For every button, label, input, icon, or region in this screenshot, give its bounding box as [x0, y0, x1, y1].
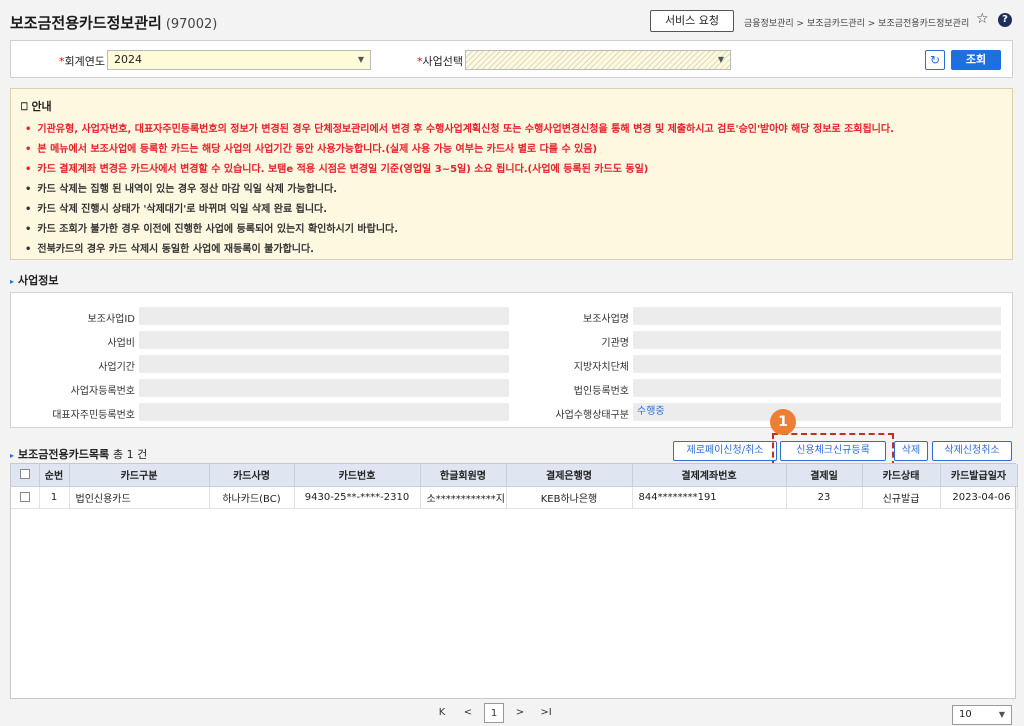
fiscal-year-select[interactable]: 2024 ▼ [107, 50, 371, 70]
favorite-star-icon[interactable]: ☆ [976, 11, 989, 27]
last-page-button[interactable]: >I [536, 703, 556, 723]
period-value [139, 355, 509, 373]
business-select[interactable]: ▼ [465, 50, 731, 70]
page-size-select[interactable]: 10 ▼ [952, 705, 1012, 725]
row-select[interactable] [11, 486, 40, 509]
column-header: 결제일 [786, 464, 863, 487]
chevron-down-icon: ▼ [998, 710, 1005, 719]
notice-item: 본 메뉴에서 보조사업에 등록한 카드는 해당 사업의 사업기간 동안 사용가능… [25, 140, 894, 160]
notice-panel: ⎕ 안내 기관유형, 사업자번호, 대표자주민등록번호의 정보가 변경된 경우 … [10, 88, 1013, 260]
delete-button[interactable]: 삭제 [894, 441, 928, 461]
agency-value [633, 331, 1001, 349]
cell-issue-date: 2023-04-06 [940, 486, 1018, 509]
notice-list: 기관유형, 사업자번호, 대표자주민등록번호의 정보가 변경된 경우 단체정보관… [25, 120, 894, 260]
card-grid: 순번 카드구분 카드사명 카드번호 한글회원명 결제은행명 결제계좌번호 결제일… [10, 463, 1018, 699]
rep-id-value [139, 403, 509, 421]
chevron-down-icon: ▼ [717, 55, 724, 64]
notice-item: 기관유형, 사업자번호, 대표자주민등록번호의 정보가 변경된 경우 단체정보관… [25, 120, 893, 140]
cell-card-status: 신규발급 [862, 486, 941, 509]
cell-account-number: 844********191 [632, 486, 787, 509]
checkbox[interactable] [19, 491, 30, 502]
current-page-button[interactable]: 1 [484, 703, 504, 723]
column-header: 결제은행명 [506, 464, 633, 487]
cancel-delete-button[interactable]: 삭제신청취소 [932, 441, 1012, 461]
service-request-button[interactable]: 서비스 요청 [650, 10, 734, 32]
corp-reg-label: 법인등록번호 [573, 386, 629, 397]
corp-reg-value [633, 379, 1001, 397]
rep-id-label: 대표자주민등록번호 [52, 410, 135, 421]
notice-item: 카드 결제계좌 변경은 카드사에서 변경할 수 있습니다. 보탬e 적용 시점은… [25, 160, 894, 180]
column-header: 한글회원명 [420, 464, 507, 487]
page-title: 보조금전용카드정보관리 (97002) [10, 12, 217, 33]
column-header: 카드구분 [69, 464, 210, 487]
chevron-down-icon: ▼ [357, 55, 364, 64]
notice-item: 카드 조회가 불가한 경우 이전에 진행한 사업에 등록되어 있는지 확인하시기… [25, 220, 894, 240]
table-header-row: 순번 카드구분 카드사명 카드번호 한글회원명 결제은행명 결제계좌번호 결제일… [11, 464, 1018, 487]
cell-bank-name: KEB하나은행 [506, 486, 633, 509]
next-page-button[interactable]: > [510, 703, 530, 723]
breadcrumb: 금융정보관리 > 보조금카드관리 > 보조금전용카드정보관리 [744, 19, 970, 29]
business-select-label: *사업선택 [417, 55, 463, 68]
column-header: 결제계좌번호 [632, 464, 787, 487]
card-count: 총 1 건 [112, 448, 148, 461]
zeropay-button[interactable]: 제로페이신청/취소 [673, 441, 777, 461]
cell-no: 1 [39, 486, 70, 509]
page-size-value: 10 [959, 709, 972, 720]
query-button[interactable]: 조회 [951, 50, 1001, 70]
fiscal-year-value: 2024 [114, 53, 142, 66]
local-gov-label: 지방자치단체 [573, 362, 629, 373]
step-badge: 1 [770, 409, 796, 435]
cell-card-number: 9430-25**-****-2310 [294, 486, 421, 509]
notice-item: 카드 삭제 진행시 상태가 '삭제대기'로 바뀌며 익일 삭제 완료 됩니다. [25, 200, 894, 220]
business-info-panel: 보조사업ID 보조사업명 사업비 기관명 사업기간 지방자치단체 사업자등록번호… [10, 292, 1013, 428]
prev-page-button[interactable]: < [458, 703, 478, 723]
cell-card-company: 하나카드(BC) [209, 486, 295, 509]
notice-item: 카드 삭제는 집행 된 내역이 있는 경우 정산 마감 익일 삭제 가능합니다. [25, 180, 894, 200]
page-title-text: 보조금전용카드정보관리 [10, 14, 162, 32]
notice-title: ⎕ 안내 [21, 100, 52, 113]
cell-pay-day: 23 [786, 486, 863, 509]
card-list-title: ▸ 보조금전용카드목록 총 1 건 [10, 448, 148, 461]
budget-label: 사업비 [107, 338, 135, 349]
business-info-title: ▸ 사업정보 [10, 274, 59, 287]
column-header: 카드사명 [209, 464, 295, 487]
title-bar: 보조금전용카드정보관리 (97002) 서비스 요청 금융정보관리 > 보조금카드… [10, 8, 1016, 36]
select-all-header[interactable] [11, 464, 40, 487]
screen-code: (97002) [165, 17, 218, 32]
help-icon[interactable]: ? [998, 13, 1012, 27]
fiscal-year-label: *회계연도 [59, 55, 105, 68]
card-table: 순번 카드구분 카드사명 카드번호 한글회원명 결제은행명 결제계좌번호 결제일… [11, 464, 1018, 509]
bookmark-icon: ⎕ [21, 100, 32, 113]
cell-card-type: 법인신용카드 [69, 486, 210, 509]
column-header: 카드발급일자 [940, 464, 1018, 487]
agency-label: 기관명 [601, 338, 629, 349]
checkbox[interactable] [19, 469, 30, 480]
subsidy-id-value [139, 307, 509, 325]
subsidy-name-value [633, 307, 1001, 325]
cell-member-name: 소************지 [420, 486, 507, 509]
period-label: 사업기간 [98, 362, 135, 373]
biz-reg-label: 사업자등록번호 [70, 386, 135, 397]
first-page-button[interactable]: K [432, 703, 452, 723]
column-header: 순번 [39, 464, 70, 487]
search-panel: *회계연도 2024 ▼ *사업선택 ▼ ↻ 조회 [10, 40, 1013, 78]
table-row[interactable]: 1 법인신용카드 하나카드(BC) 9430-25**-****-2310 소*… [11, 486, 1018, 509]
notice-item: 전북카드의 경우 카드 삭제시 동일한 사업에 재등록이 불가합니다. [25, 240, 894, 260]
status-label: 사업수행상태구분 [555, 410, 629, 421]
page: 보조금전용카드정보관리 (97002) 서비스 요청 금융정보관리 > 보조금카드… [0, 0, 1024, 726]
subsidy-name-label: 보조사업명 [583, 314, 629, 325]
budget-value [139, 331, 509, 349]
column-header: 카드번호 [294, 464, 421, 487]
highlight-box [772, 433, 894, 467]
status-value: 수행중 [633, 403, 1001, 421]
biz-reg-value [139, 379, 509, 397]
subsidy-id-label: 보조사업ID [87, 314, 135, 325]
refresh-icon[interactable]: ↻ [925, 50, 945, 70]
local-gov-value [633, 355, 1001, 373]
column-header: 카드상태 [862, 464, 941, 487]
